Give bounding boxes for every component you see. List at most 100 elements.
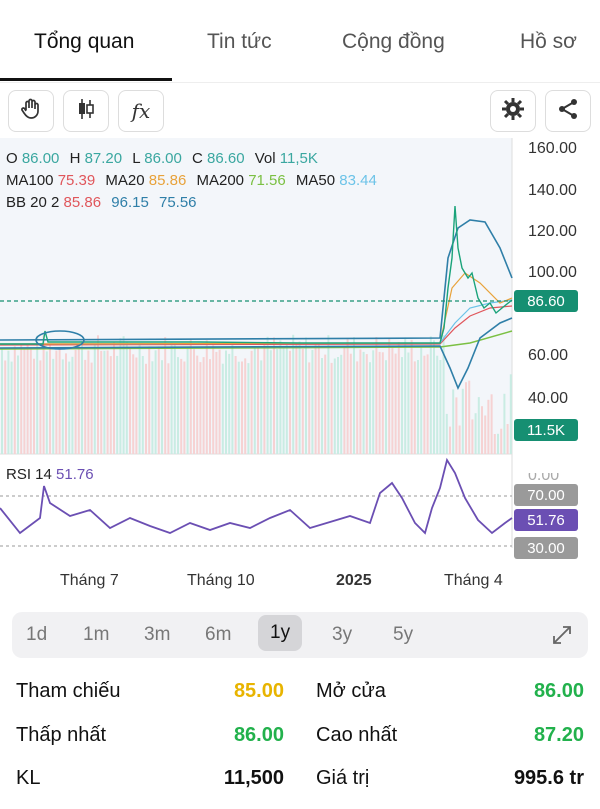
volume-bar xyxy=(180,358,183,454)
volume-bar xyxy=(212,345,215,454)
volume-bar xyxy=(13,346,16,454)
time-label: Tháng 4 xyxy=(444,572,503,589)
volume-bar xyxy=(381,352,384,454)
volume-bar xyxy=(42,335,45,454)
volume-bar xyxy=(324,354,327,454)
range-1m[interactable]: 1m xyxy=(83,624,109,646)
volume-bar xyxy=(132,354,135,454)
open-value: 86.00 xyxy=(21,150,60,167)
price-tick: 60.00 xyxy=(528,347,569,364)
price-tick: 100.00 xyxy=(528,264,577,281)
volume-bar xyxy=(506,424,509,454)
tab-profile[interactable]: Hồ sơ xyxy=(520,30,577,54)
range-1y[interactable]: 1y xyxy=(258,615,303,651)
indicators-button[interactable]: fx xyxy=(118,90,164,132)
current-price-badge: 86.60 xyxy=(514,290,578,312)
volume-bar xyxy=(26,343,29,454)
volume-bar xyxy=(4,360,7,454)
volume-bar xyxy=(36,335,39,454)
ma20-value: 85.86 xyxy=(148,172,187,189)
active-tab-indicator xyxy=(0,78,172,81)
volume-bar xyxy=(289,350,291,454)
volume-bar xyxy=(125,341,128,454)
bb-upper-value: 96.15 xyxy=(111,194,149,211)
volume-bar xyxy=(23,349,26,454)
volume-bar xyxy=(353,337,355,454)
stat-label: KL xyxy=(16,767,41,789)
stat-label: Cao nhất xyxy=(316,724,398,746)
expand-icon[interactable] xyxy=(550,623,574,652)
volume-bar xyxy=(87,350,90,454)
range-1d[interactable]: 1d xyxy=(26,624,47,646)
volume-bar xyxy=(231,342,234,454)
ma200-value: 71.56 xyxy=(248,172,286,189)
volume-bar xyxy=(250,350,253,454)
volume-bar xyxy=(385,360,387,454)
share-icon xyxy=(556,97,580,126)
price-tick: 120.00 xyxy=(528,223,577,240)
volume-bar xyxy=(388,338,391,454)
range-3y[interactable]: 3y xyxy=(332,624,352,646)
volume-bar xyxy=(487,399,490,454)
range-6m[interactable]: 6m xyxy=(205,624,231,646)
hand-icon xyxy=(19,97,43,126)
range-3m[interactable]: 3m xyxy=(144,624,170,646)
volume-bar xyxy=(359,349,362,454)
function-icon: fx xyxy=(131,99,151,123)
rsi-legend: RSI 14 51.76 xyxy=(6,466,94,483)
volume-bar xyxy=(458,425,461,454)
stat-label: Mở cửa xyxy=(316,680,386,702)
volume-bar xyxy=(97,335,99,454)
volume-bar xyxy=(103,350,106,454)
time-label: 2025 xyxy=(336,572,372,589)
volume-bar xyxy=(164,337,167,454)
volume-bar xyxy=(436,355,439,454)
volume-bar xyxy=(426,354,429,454)
price-tick: 40.00 xyxy=(528,390,569,407)
volume-bar xyxy=(74,349,77,454)
tab-community[interactable]: Cộng đồng xyxy=(342,30,445,54)
time-label: Tháng 7 xyxy=(60,572,119,589)
volume-bar xyxy=(90,362,93,454)
volume-bar xyxy=(327,335,330,454)
settings-button[interactable] xyxy=(490,90,536,132)
volume-bar xyxy=(113,341,115,454)
volume-bar xyxy=(122,336,125,454)
volume-bar xyxy=(247,363,250,454)
volume-bar xyxy=(49,343,51,454)
chart-type-button[interactable] xyxy=(63,90,109,132)
stat-label: Giá trị xyxy=(316,767,370,789)
volume-bar xyxy=(314,344,317,454)
volume-bar xyxy=(282,347,285,454)
volume-bar xyxy=(481,406,483,454)
bb-legend: BB 20 2 85.86 96.15 75.56 xyxy=(6,194,197,211)
volume-bar xyxy=(193,349,195,454)
share-button[interactable] xyxy=(545,90,591,132)
volume-bar xyxy=(301,348,304,454)
volume-bar xyxy=(196,355,199,454)
volume-bar xyxy=(343,346,346,454)
volume-bar xyxy=(394,353,397,454)
volume-bar xyxy=(228,353,231,454)
range-5y[interactable]: 5y xyxy=(393,624,413,646)
volume-bar xyxy=(490,394,493,454)
volume-bar xyxy=(100,350,103,454)
tab-overview[interactable]: Tổng quan xyxy=(34,30,134,54)
stats-row: KL 11,500 Giá trị 995.6 tr xyxy=(16,767,584,809)
pan-tool-button[interactable] xyxy=(8,90,54,132)
volume-bar xyxy=(106,350,109,454)
volume-bar xyxy=(465,382,467,454)
volume-bar xyxy=(68,361,71,454)
volume-bar xyxy=(167,363,170,454)
gear-icon xyxy=(501,97,525,126)
candlestick-icon xyxy=(74,97,98,126)
volume-bar xyxy=(295,344,298,454)
volume-bar xyxy=(93,343,96,454)
volume-bar xyxy=(225,350,227,454)
volume-bar xyxy=(77,345,80,454)
volume-bar xyxy=(500,428,503,454)
open-price: 86.00 xyxy=(533,680,584,702)
tab-news[interactable]: Tin tức xyxy=(207,30,272,54)
volume-bar xyxy=(292,334,295,454)
volume-bar xyxy=(186,347,189,454)
